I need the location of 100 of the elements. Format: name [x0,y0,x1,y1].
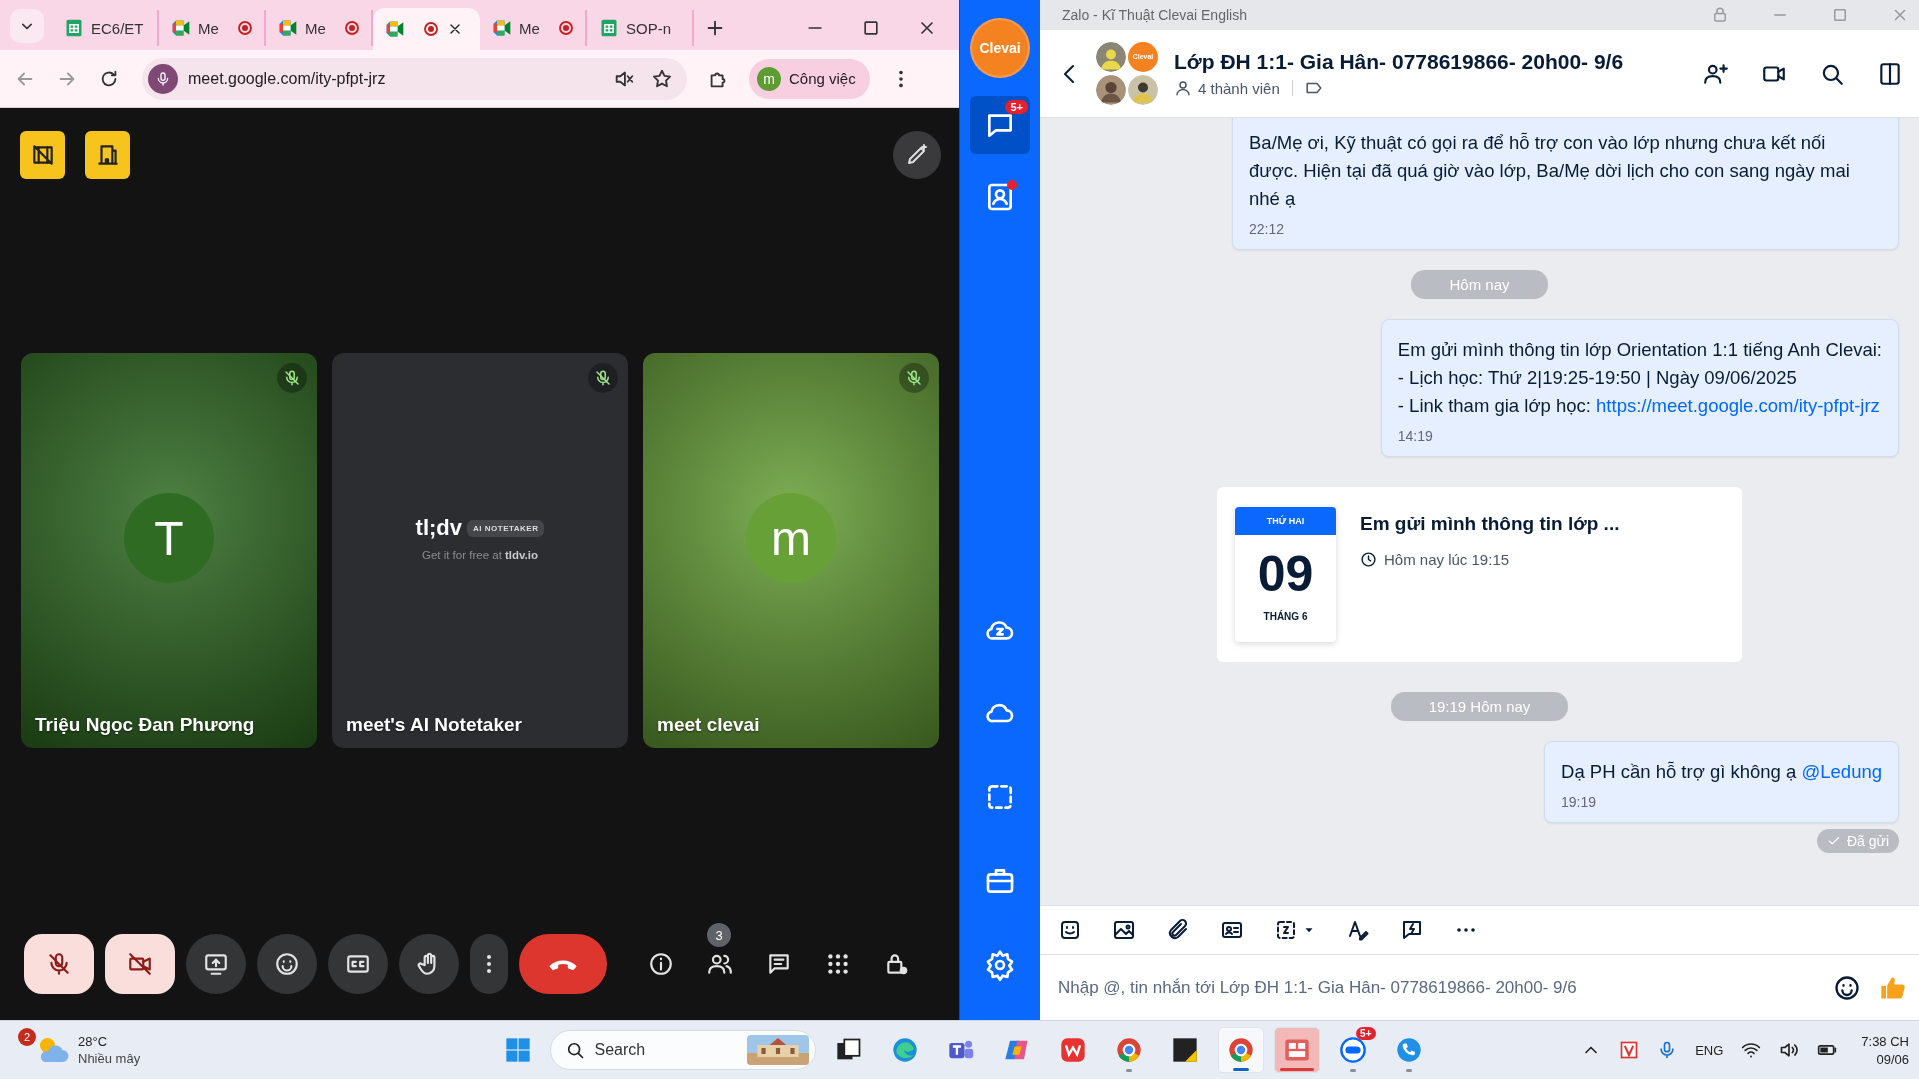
notetaker-badge: AI NOTETAKER [467,519,545,537]
participant-avatar: m [746,493,836,583]
participant-name: meet's AI Notetaker [345,713,523,737]
message-link[interactable]: https://meet.google.com/ity-pfpt-jrz [1596,395,1880,416]
leave-call-button[interactable] [519,934,607,994]
phone-icon [1394,1036,1423,1064]
microphone-icon [155,70,171,87]
meet-icon [385,19,405,39]
mic-off-icon [594,368,612,387]
meet-icon [171,18,191,38]
profile-button[interactable]: m Công việc [749,58,870,99]
browser-tab[interactable] [373,8,480,50]
bookmark-star-icon[interactable] [651,67,673,90]
clock-icon [1360,551,1377,568]
weather-text: Nhiều mây [78,1051,141,1066]
pen-button[interactable] [893,131,941,179]
address-bar[interactable]: meet.google.com/ity-pfpt-jrz [142,57,687,100]
message-text: Ba/Mẹ ơi, Kỹ thuật có gọi ra để hỗ trợ con vào lớp nhưng chưa kết nối được. Hiện tại đã quá giờ vào lớp, Ba/Mẹ dời lịch cho con sang ngày mai nhé ạ [1249,131,1851,211]
apps-grid-icon[interactable] [825,951,851,977]
notes-icon [1170,1036,1199,1064]
browser-tab[interactable]: EC6/ET [52,10,159,46]
camera-off-icon [127,951,153,977]
clock-time[interactable]: 7:38 CH [1861,1033,1909,1049]
office-app-icon [1058,1036,1087,1064]
sheets-icon [64,18,84,38]
profile-label: Công việc [789,70,856,87]
notification-badge: 2 [18,1028,36,1046]
app-button[interactable] [1273,1027,1320,1073]
building-button[interactable] [85,131,130,179]
url-text: meet.google.com/ity-pfpt-jrz [188,69,387,88]
chat-title: Lớp ĐH 1:1- Gia Hân- 0778619866- 20h00- 9/6 [1174,50,1624,74]
sticker-icon[interactable] [1058,918,1082,942]
maximize-icon[interactable] [861,18,881,38]
meet-icon [278,18,298,38]
check-icon [1826,834,1841,848]
camera-button[interactable] [105,934,175,994]
text-format-icon[interactable] [1346,918,1370,942]
mic-off-icon [46,951,72,977]
clock-date[interactable]: 09/06 [1876,1051,1909,1067]
present-button[interactable] [186,934,246,994]
browser-tab[interactable]: SOP-n [587,10,694,46]
camera-blocked-button[interactable] [20,131,65,179]
chrome-button[interactable] [1217,1027,1264,1073]
emoji-icon[interactable] [1833,973,1861,1002]
screenshot-icon[interactable] [1274,918,1298,942]
status-text: Đã gửi [1846,833,1889,849]
search-field[interactable]: Search [549,1030,816,1070]
calendar-month: THÁNG 6 [1263,611,1308,622]
host-controls-icon[interactable] [884,951,910,977]
event-time: Hôm nay lúc 19:15 [1384,551,1510,568]
side-panel-icon[interactable] [1877,60,1903,87]
message-time: 19:19 [1561,794,1598,810]
notetaker-tagline: Get it for free at tldv.io [421,549,539,561]
notetaker-logo: tl;dv [415,515,462,541]
captions-button[interactable] [328,934,388,994]
participant-count-badge: 3 [707,923,731,947]
microphone-button[interactable] [24,934,94,994]
wifi-icon[interactable] [1741,1040,1762,1060]
chat-icon[interactable] [766,951,792,977]
message-text: Dạ PH cần hỗ trợ gì không ạ @Ledung [1561,760,1882,784]
settings-icon[interactable] [984,949,1016,981]
sheets-icon [599,18,619,38]
mic-off-icon [283,368,301,387]
emoji-icon [274,951,300,977]
date-divider: Hôm nay [1411,270,1548,299]
chat-app-button[interactable]: 5+ [1329,1027,1376,1073]
start-icon[interactable] [503,1036,532,1064]
member-count[interactable]: 4 thành viên [1198,79,1280,97]
chrome-icon [1114,1036,1143,1064]
attachment-icon[interactable] [1166,918,1190,942]
unread-badge: 5+ [1005,100,1028,114]
app-tray-icon[interactable] [1619,1040,1640,1060]
message-time: 14:19 [1397,428,1434,444]
messages-nav-button[interactable]: 5+ [970,96,1030,154]
person-icon [1174,79,1192,97]
chat-app-icon [1338,1036,1367,1064]
more-options-button[interactable] [470,934,508,994]
window-title: Zalo - Kĩ Thuật Clevai English [1062,7,1247,23]
temperature-text: 28°C [78,1034,109,1049]
reactions-button[interactable] [257,934,317,994]
chrome-icon [1226,1036,1255,1064]
meet-icon [492,18,512,38]
message-time: 22:12 [1249,221,1286,237]
language-indicator[interactable]: ENG [1695,1042,1724,1058]
message-link[interactable]: @Ledung [1801,761,1882,782]
date-divider: 19:19 Hôm nay [1390,692,1569,721]
image-icon[interactable] [1112,918,1136,942]
message-input[interactable]: Nhập @, tin nhắn tới Lớp ĐH 1:1- Gia Hân- 0778619866- 20h00- 9/6 [1056,976,1815,999]
browser-tab[interactable]: Me [480,10,587,46]
quick-message-icon[interactable] [1400,918,1424,942]
pen-icon [905,143,929,167]
browser-tab[interactable]: Me [159,10,266,46]
profile-avatar: m [757,66,781,91]
notification-badge: 5+ [1356,1027,1376,1040]
participant-name: meet clevai [656,713,761,737]
info-icon[interactable] [648,951,674,977]
event-card[interactable]: THỨ HAI 09 THÁNG 6 Em gửi mình thông tin lớp ... Hôm nay lúc 19:15 [1217,487,1742,662]
more-icon [486,954,492,974]
raise-hand-button[interactable] [399,934,459,994]
calendar-weekday: THỨ HAI [1266,516,1305,526]
